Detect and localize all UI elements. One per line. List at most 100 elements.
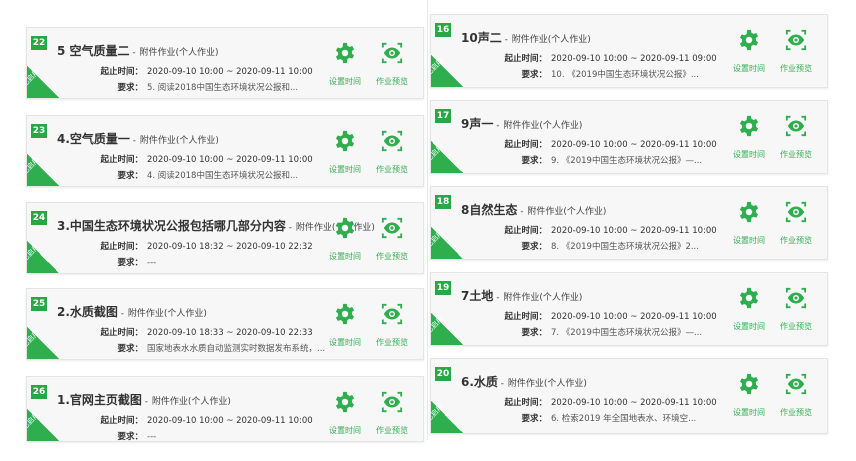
- title-separator: -: [493, 121, 503, 131]
- assignment-heading: 4.空气质量一 - 附件作业(个人作业): [57, 130, 219, 147]
- enabled-label: 已启用: [430, 56, 446, 78]
- preview-button[interactable]: 作业预览: [371, 130, 413, 175]
- set-time-label: 设置时间: [329, 426, 361, 435]
- assignment-title[interactable]: 3.中国生态环境状况公报包括哪几部分内容: [57, 219, 286, 233]
- requirement-value: 国家地表水水质自动监测实时数据发布系统，...: [147, 344, 326, 354]
- preview-button[interactable]: 作业预览: [371, 391, 413, 436]
- preview-button[interactable]: 作业预览: [371, 217, 413, 262]
- eye-icon: [381, 42, 403, 64]
- title-separator: -: [501, 35, 511, 45]
- requirement-value: 10. 《2019中国生态环境状况公报》...: [551, 70, 699, 80]
- assignment-heading: 6.水质 - 附件作业(个人作业): [461, 373, 587, 390]
- set-time-button[interactable]: 设置时间: [728, 29, 770, 74]
- time-label: 起止时间：: [504, 140, 547, 150]
- assignment-heading: 5 空气质量二 - 附件作业(个人作业): [57, 42, 219, 59]
- assignment-card[interactable]: 19 7土地 - 附件作业(个人作业) 起止时间： 2020-09-10 10:0…: [430, 272, 828, 346]
- requirement-label: 要求：: [521, 156, 547, 166]
- gear-icon: [739, 201, 759, 223]
- set-time-button[interactable]: 设置时间: [728, 201, 770, 246]
- set-time-button[interactable]: 设置时间: [728, 287, 770, 332]
- title-separator: -: [497, 379, 507, 389]
- assignment-title[interactable]: 7土地: [461, 289, 493, 303]
- assignment-requirement: 要求： 8. 《2019中国生态环境状况公报》2...: [497, 240, 698, 252]
- assignment-title[interactable]: 10声二: [461, 31, 502, 45]
- requirement-label: 要求：: [117, 432, 143, 442]
- assignment-card[interactable]: 24 3.中国生态环境状况公报包括哪几部分内容 - 附件作业(个人作业) 起止时…: [26, 202, 424, 274]
- title-separator: -: [129, 136, 139, 146]
- assignment-card[interactable]: 18 8自然生态 - 附件作业(个人作业) 起止时间： 2020-09-10 10…: [430, 186, 828, 260]
- assignment-title[interactable]: 1.官网主页截图: [57, 393, 142, 407]
- assignment-number-badge: 22: [31, 36, 47, 50]
- title-separator: -: [141, 397, 151, 407]
- preview-button[interactable]: 作业预览: [371, 303, 413, 348]
- enabled-label: 已启用: [430, 142, 446, 164]
- assignment-title[interactable]: 6.水质: [461, 375, 498, 389]
- assignment-time: 起止时间： 2020-09-10 10:00 ~ 2020-09-11 10:00: [497, 138, 716, 150]
- assignment-title[interactable]: 4.空气质量一: [57, 132, 130, 146]
- assignment-number-badge: 16: [435, 23, 451, 37]
- requirement-label: 要求：: [117, 171, 143, 181]
- preview-label: 作业预览: [780, 236, 812, 245]
- title-separator: -: [285, 223, 295, 233]
- enabled-label: 已启用: [430, 228, 446, 250]
- set-time-button[interactable]: 设置时间: [324, 303, 366, 348]
- assignment-card[interactable]: 22 5 空气质量二 - 附件作业(个人作业) 起止时间： 2020-09-10 …: [26, 27, 424, 99]
- eye-icon: [381, 303, 403, 325]
- set-time-button[interactable]: 设置时间: [728, 373, 770, 418]
- time-label: 起止时间：: [100, 155, 143, 165]
- set-time-label: 设置时间: [329, 338, 361, 347]
- preview-button[interactable]: 作业预览: [775, 201, 817, 246]
- eye-icon: [381, 391, 403, 413]
- preview-button[interactable]: 作业预览: [775, 115, 817, 160]
- set-time-button[interactable]: 设置时间: [324, 42, 366, 87]
- time-value: 2020-09-10 10:00 ~ 2020-09-11 10:00: [551, 312, 717, 322]
- assignment-requirement: 要求： 4. 阅读2018中国生态环境状况公报和...: [93, 169, 298, 181]
- requirement-label: 要求：: [117, 258, 143, 268]
- time-label: 起止时间：: [504, 226, 547, 236]
- set-time-button[interactable]: 设置时间: [324, 391, 366, 436]
- assignment-requirement: 要求： 9. 《2019中国生态环境状况公报》—...: [497, 154, 702, 166]
- set-time-button[interactable]: 设置时间: [324, 217, 366, 262]
- eye-icon: [381, 130, 403, 152]
- assignment-number-badge: 25: [31, 297, 47, 311]
- time-value: 2020-09-10 18:33 ~ 2020-09-10 22:33: [147, 328, 313, 338]
- requirement-value: ---: [147, 432, 157, 442]
- preview-label: 作业预览: [376, 252, 408, 261]
- set-time-label: 设置时间: [329, 77, 361, 86]
- enabled-label: 已启用: [430, 402, 446, 424]
- assignment-card[interactable]: 20 6.水质 - 附件作业(个人作业) 起止时间： 2020-09-10 10:…: [430, 358, 828, 434]
- enabled-corner-badge: 已启用: [431, 227, 463, 259]
- enabled-label: 已启用: [26, 155, 42, 177]
- requirement-value: 5. 阅读2018中国生态环境状况公报和...: [147, 83, 299, 93]
- preview-button[interactable]: 作业预览: [371, 42, 413, 87]
- assignment-title[interactable]: 9声一: [461, 117, 493, 131]
- time-value: 2020-09-10 10:00 ~ 2020-09-11 10:00: [551, 226, 717, 236]
- preview-label: 作业预览: [780, 408, 812, 417]
- enabled-label: 已启用: [430, 314, 446, 336]
- eye-icon: [785, 29, 807, 51]
- assignment-requirement: 要求： 5. 阅读2018中国生态环境状况公报和...: [93, 81, 298, 93]
- assignment-card[interactable]: 25 2.水质截图 - 附件作业(个人作业) 起止时间： 2020-09-10 1…: [26, 288, 424, 360]
- assignment-card[interactable]: 16 10声二 - 附件作业(个人作业) 起止时间： 2020-09-10 10:…: [430, 14, 828, 88]
- preview-label: 作业预览: [376, 338, 408, 347]
- assignment-number-badge: 24: [31, 211, 47, 225]
- assignment-title[interactable]: 8自然生态: [461, 203, 517, 217]
- assignment-card[interactable]: 23 4.空气质量一 - 附件作业(个人作业) 起止时间： 2020-09-10 …: [26, 115, 424, 187]
- assignment-title[interactable]: 2.水质截图: [57, 305, 118, 319]
- assignment-number-badge: 23: [31, 124, 47, 138]
- set-time-button[interactable]: 设置时间: [728, 115, 770, 160]
- assignment-card[interactable]: 26 1.官网主页截图 - 附件作业(个人作业) 起止时间： 2020-09-10…: [26, 376, 424, 442]
- enabled-corner-badge: 已启用: [27, 327, 59, 359]
- preview-button[interactable]: 作业预览: [775, 373, 817, 418]
- preview-button[interactable]: 作业预览: [775, 287, 817, 332]
- preview-button[interactable]: 作业预览: [775, 29, 817, 74]
- enabled-corner-badge: 已启用: [431, 141, 463, 173]
- assignment-title[interactable]: 5 空气质量二: [57, 44, 130, 58]
- set-time-button[interactable]: 设置时间: [324, 130, 366, 175]
- set-time-label: 设置时间: [733, 64, 765, 73]
- assignment-card[interactable]: 17 9声一 - 附件作业(个人作业) 起止时间： 2020-09-10 10:0…: [430, 100, 828, 174]
- enabled-label: 已启用: [26, 328, 42, 350]
- enabled-corner-badge: 已启用: [27, 409, 59, 441]
- title-separator: -: [129, 48, 139, 58]
- enabled-corner-badge: 已启用: [431, 55, 463, 87]
